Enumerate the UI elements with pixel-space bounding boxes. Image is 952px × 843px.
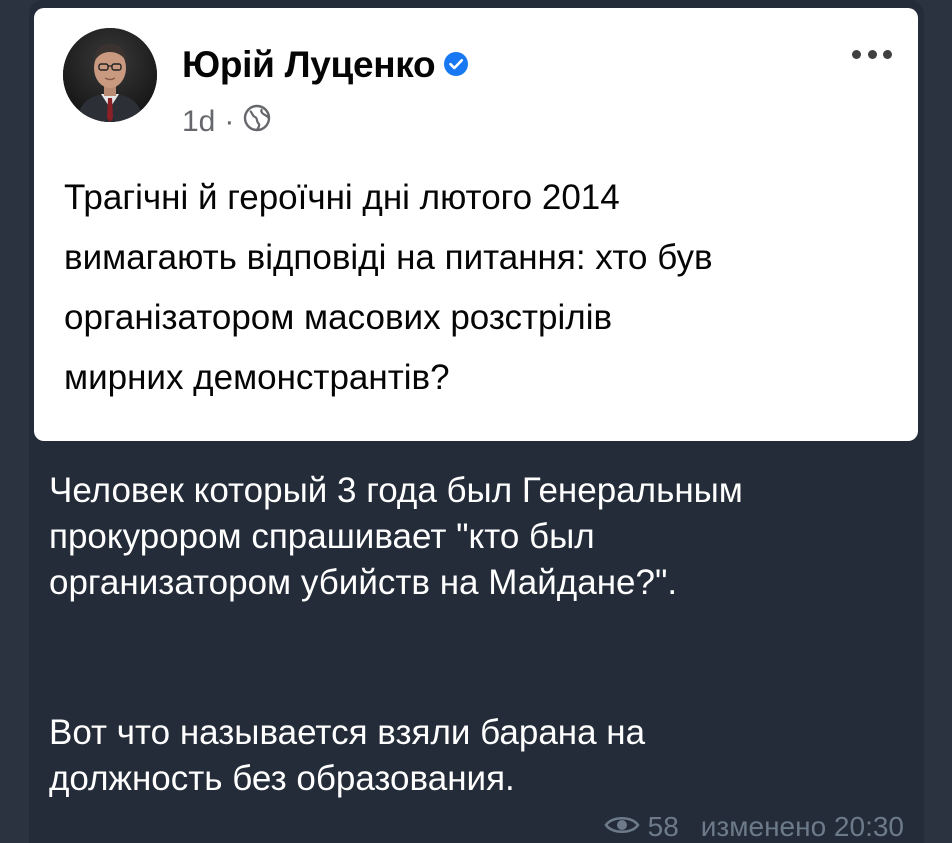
post-text-line: вимагають відповіді на питання: хто був (64, 238, 713, 277)
message-line: должность без образования. (49, 759, 515, 798)
post-meta: 1d · (182, 104, 271, 140)
message-paragraph-2: Вот что называется взяли барана на должн… (49, 710, 919, 802)
more-dot (867, 50, 877, 59)
verified-badge-icon (443, 44, 469, 86)
message-paragraph-1: Человек который 3 года был Генеральным п… (49, 468, 919, 606)
message-line: Вот что называется взяли барана на (49, 713, 646, 752)
more-dot (852, 50, 861, 59)
message-line: организатором убийств на Майдане?". (49, 563, 678, 602)
meta-separator: · (224, 105, 235, 138)
post-time[interactable]: 1d (182, 105, 215, 139)
message-line: Человек который 3 года был Генеральным (49, 471, 743, 510)
post-text: Трагічні й героїчні дні лютого 2014 вима… (64, 168, 884, 408)
post-text-line: організатором масових розстрілів (64, 298, 613, 337)
message-meta: 58 изменено 20:30 (604, 811, 904, 843)
author-name[interactable]: Юрій Луценко (182, 44, 469, 86)
views-count: 58 (647, 811, 679, 842)
author-name-text: Юрій Луценко (182, 44, 436, 85)
post-text-line: мирних демонстрантів? (64, 358, 450, 397)
post-text-line: Трагічні й героїчні дні лютого 2014 (64, 178, 620, 217)
more-options-icon[interactable] (852, 50, 892, 62)
edited-time: изменено 20:30 (700, 811, 904, 842)
globe-icon (243, 104, 271, 140)
avatar (63, 28, 157, 122)
message-line: прокурором спрашивает "кто был (49, 517, 595, 556)
eye-icon (604, 811, 640, 843)
facebook-post-screenshot: Юрій Луценко 1d · Трагічні й героїчні дн… (34, 8, 918, 441)
more-dot (883, 50, 892, 59)
